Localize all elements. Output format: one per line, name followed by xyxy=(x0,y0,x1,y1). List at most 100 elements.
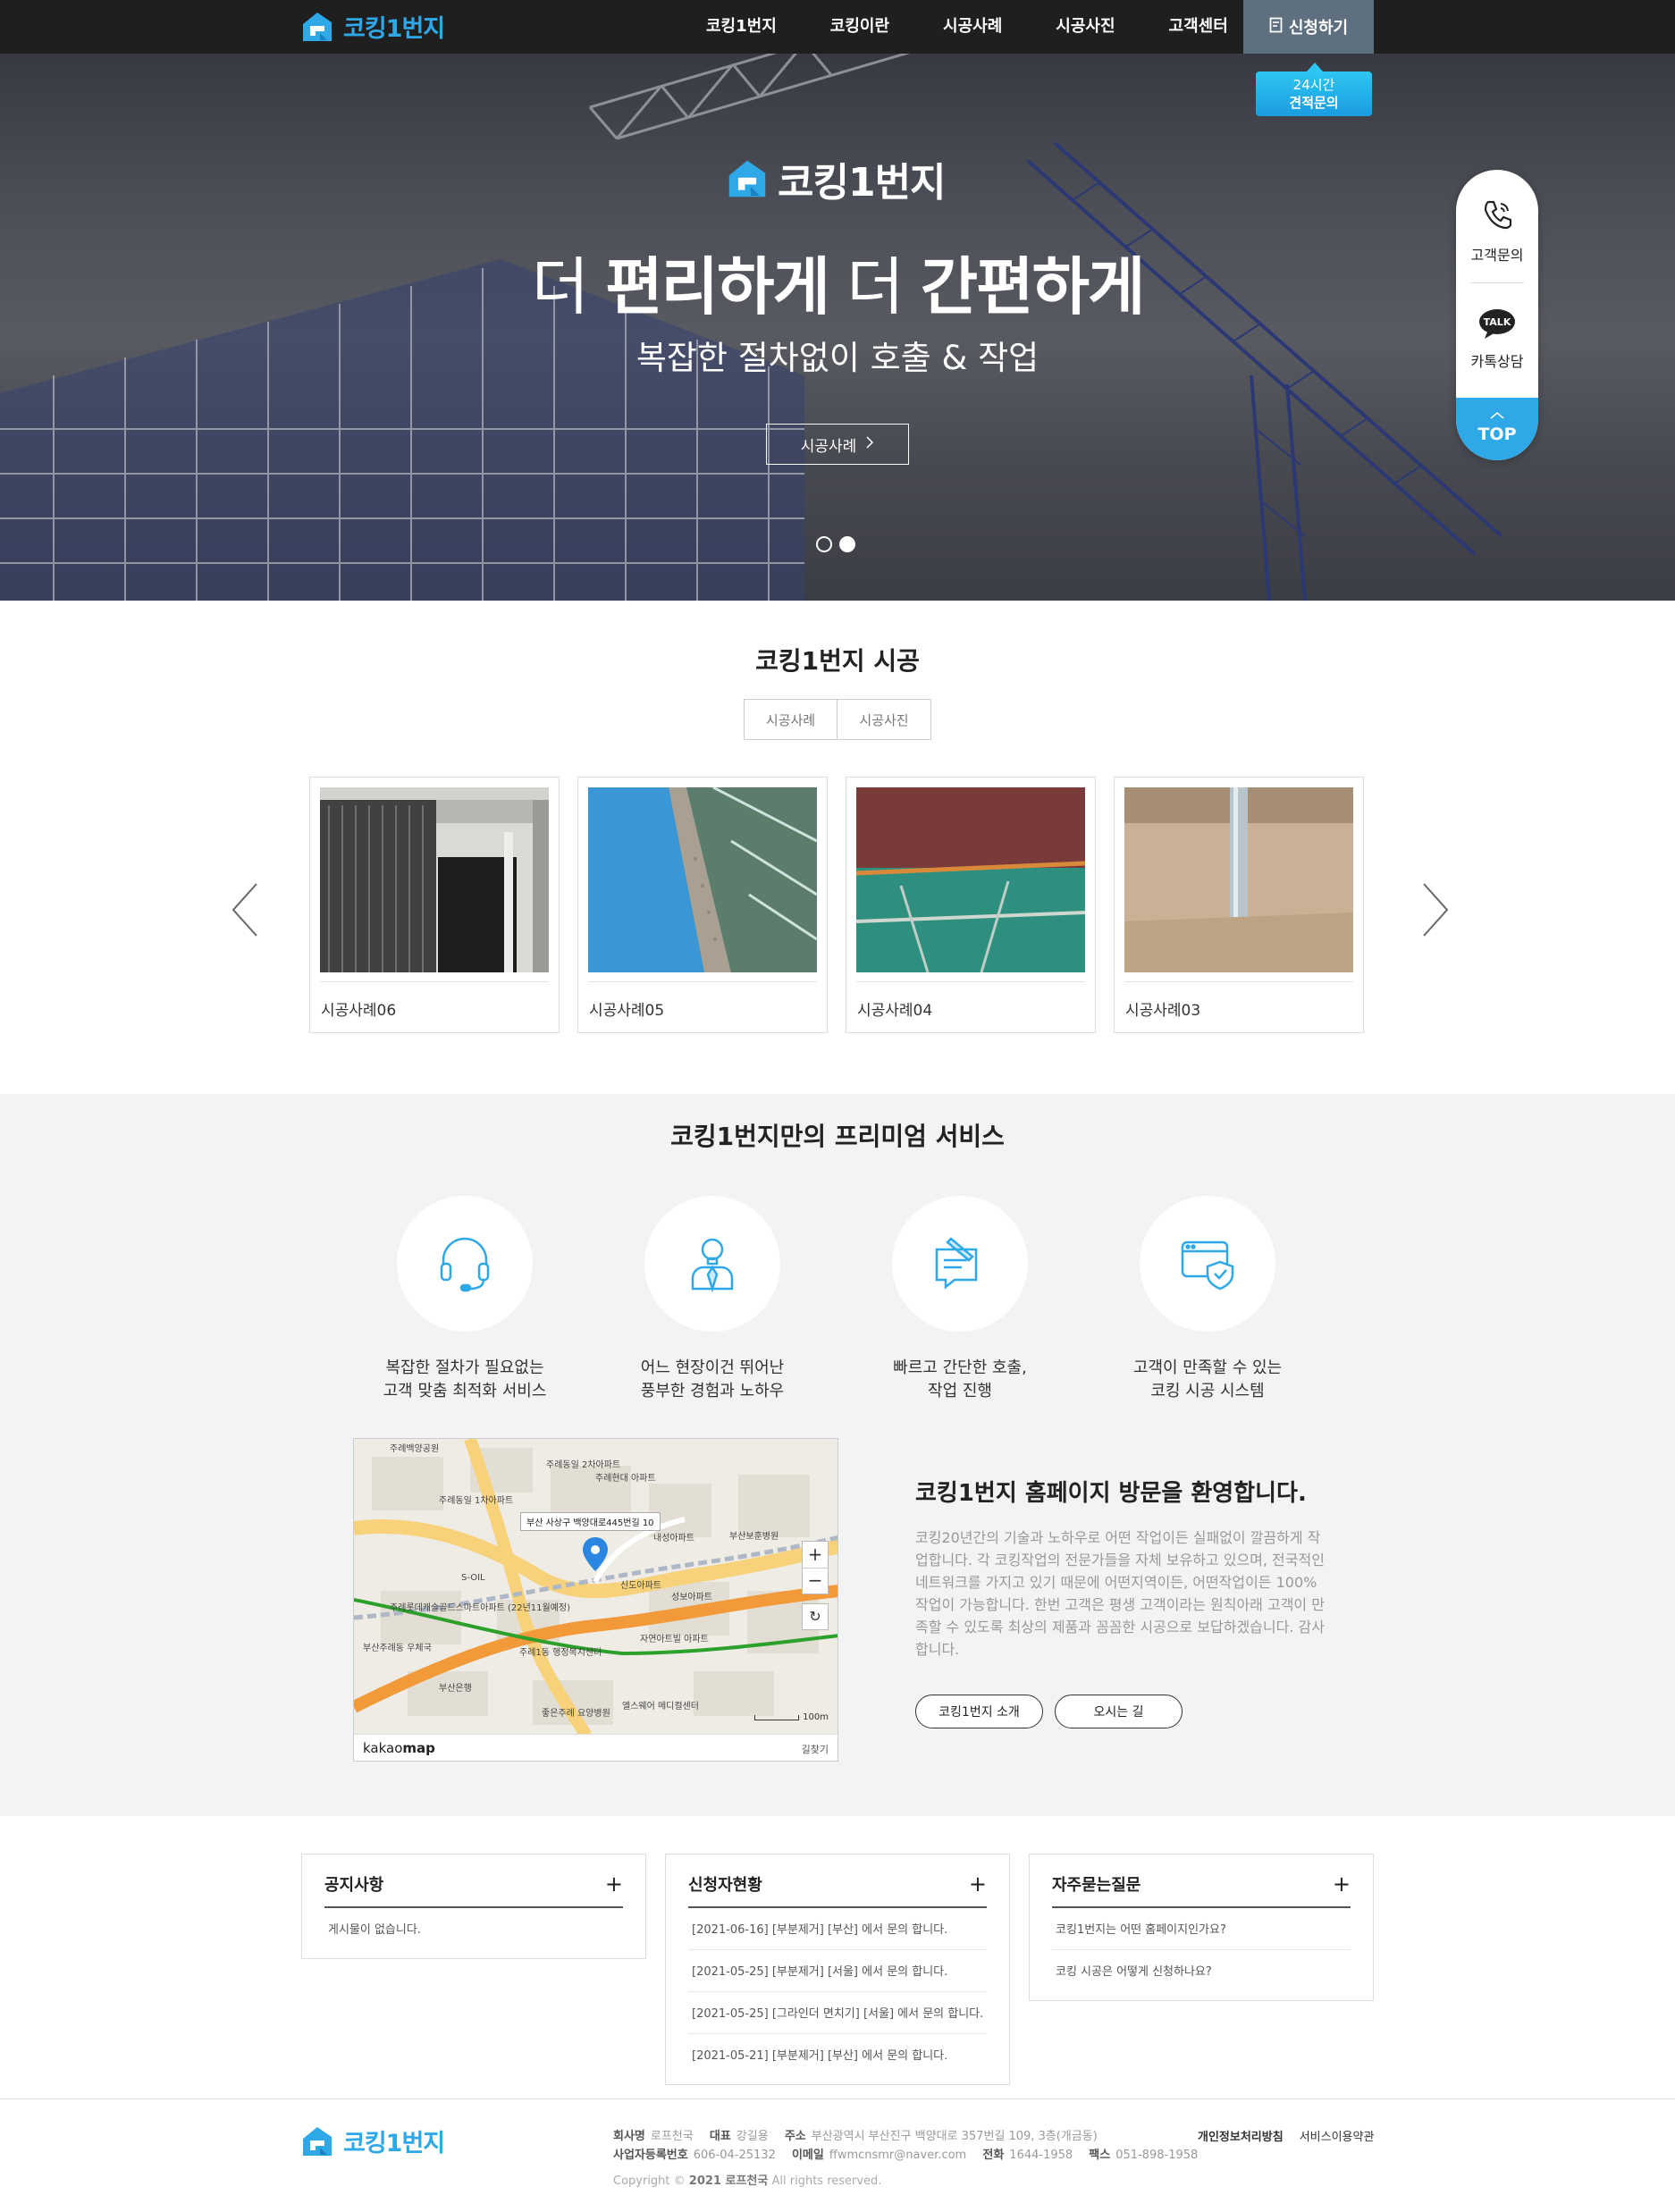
quick-talk-label: 카톡상담 xyxy=(1470,353,1524,370)
info-label: 회사명 xyxy=(613,2130,645,2143)
works-tabs: 시공사례 시공사진 xyxy=(744,699,931,740)
carousel-prev-button[interactable] xyxy=(228,880,264,939)
service-line: 빠르고 간단한 호출, xyxy=(893,1358,1027,1377)
quick-call-label: 고객문의 xyxy=(1470,247,1524,264)
service-text: 어느 현장이건 뛰어난 풍부한 경험과 노하우 xyxy=(588,1357,837,1403)
slider-pagination xyxy=(816,536,855,552)
list-item[interactable]: 코킹 시공은 어떻게 신청하나요? xyxy=(1052,1950,1351,1991)
copyright-part: Copyright © xyxy=(613,2174,689,2188)
works-title: 코킹1번지 시공 xyxy=(755,646,920,676)
map-place-label: 주례동일 2차아파트 xyxy=(546,1460,621,1470)
plus-icon[interactable]: + xyxy=(605,1873,623,1895)
hero-title-part: 더 xyxy=(828,250,921,324)
work-card[interactable]: 시공사례06 xyxy=(309,777,560,1033)
map-place-label: 자연아트빌 아파트 xyxy=(640,1635,709,1644)
hero-title-bold: 간편하게 xyxy=(920,250,1146,324)
service-item: 복잡한 절차가 필요없는 고객 맞춤 최적화 서비스 xyxy=(341,1196,589,1403)
info-label: 전화 xyxy=(982,2149,1005,2162)
copyright-part: 2021 로프천국 xyxy=(688,2174,769,2188)
plus-icon[interactable]: + xyxy=(969,1873,987,1895)
list-item[interactable]: 코킹1번지는 어떤 홈페이지인가요? xyxy=(1052,1908,1351,1950)
card-divider xyxy=(588,981,817,982)
map-place-label: 주례현대 아파트 xyxy=(595,1474,656,1484)
map-reset-button[interactable]: ↻ xyxy=(802,1603,829,1630)
map-address-label: 부산 사상구 백양대로445번길 10 xyxy=(520,1512,661,1531)
map-place-label: 주례롯데캐슬골드스마트아파트 (22년11월예정) xyxy=(390,1603,571,1613)
menu-item-about-kocking[interactable]: 코킹이란 xyxy=(804,0,916,54)
hero-title-bold: 편리하게 xyxy=(605,250,830,324)
service-line: 어느 현장이건 뛰어난 xyxy=(640,1358,785,1377)
footer-links: 개인정보처리방침 서비스이용약관 xyxy=(1198,2127,1374,2144)
talk-badge-text: TALK xyxy=(1483,316,1511,328)
apply-button[interactable]: 신청하기 xyxy=(1243,0,1374,54)
info-value: 로프천국 xyxy=(650,2130,694,2143)
zoom-in-button[interactable]: + xyxy=(803,1542,828,1569)
map-zoom-control: + − xyxy=(802,1541,829,1594)
hero-subtitle: 복잡한 절차없이 호출 & 작업 xyxy=(635,339,1040,377)
tab-photos[interactable]: 시공사진 xyxy=(838,699,931,740)
list-item[interactable]: [2021-05-25] [그라인더 면치기] [서울] 에서 문의 합니다. xyxy=(688,1992,987,2034)
map-place-label: 주례동일 1차아파트 xyxy=(439,1496,514,1506)
privacy-policy-link[interactable]: 개인정보처리방침 xyxy=(1198,2127,1284,2144)
form-icon xyxy=(1269,17,1284,38)
list-item[interactable]: [2021-05-25] [부분제거] [서울] 에서 문의 합니다. xyxy=(688,1950,987,1992)
footer-logo[interactable]: 코킹1번지 xyxy=(300,2124,445,2158)
board-title: 공지사항 xyxy=(324,1876,384,1895)
info-value: 부산광역시 부산진구 백양대로 357번길 109, 3층(개금동) xyxy=(811,2130,1098,2143)
request-form-icon xyxy=(892,1196,1028,1332)
menu-item-support[interactable]: 고객센터 xyxy=(1142,0,1255,54)
menu-item-kocking1[interactable]: 코킹1번지 xyxy=(679,0,804,54)
work-card[interactable]: 시공사례04 xyxy=(846,777,1096,1033)
expert-icon xyxy=(644,1196,780,1332)
list-item[interactable]: [2021-05-21] [부분제거] [부산] 에서 문의 합니다. xyxy=(688,2034,987,2075)
service-line: 작업 진행 xyxy=(928,1382,992,1400)
headset-icon xyxy=(397,1196,533,1332)
phone-icon xyxy=(1456,197,1538,236)
hero-banner: 코킹1번지 더 편리하게 더 간편하게 복잡한 절차없이 호출 & 작업 시공사… xyxy=(0,54,1675,601)
copyright: Copyright © 2021 로프천국 All rights reserve… xyxy=(613,2171,881,2188)
directions-button[interactable]: 오시는 길 xyxy=(1055,1695,1183,1728)
kakao-logo-part: map xyxy=(402,1740,435,1756)
map-place-label: 부산은행 xyxy=(439,1684,472,1694)
plus-icon[interactable]: + xyxy=(1333,1873,1351,1895)
terms-link[interactable]: 서비스이용약관 xyxy=(1300,2127,1375,2144)
house-logo-icon xyxy=(726,156,769,201)
scroll-top-button[interactable]: TOP xyxy=(1456,398,1538,460)
work-card[interactable]: 시공사례03 xyxy=(1114,777,1364,1033)
slider-dot-2[interactable] xyxy=(839,536,855,552)
quote-badge[interactable]: 24시간 견적문의 xyxy=(1256,63,1372,116)
faq-board: 자주묻는질문 + 코킹1번지는 어떤 홈페이지인가요? 코킹 시공은 어떻게 신… xyxy=(1029,1854,1374,2001)
top-navigation: 코킹1번지 코킹1번지 코킹이란 시공사례 시공사진 고객센터 신청하기 xyxy=(0,0,1675,54)
main-menu: 코킹1번지 코킹이란 시공사례 시공사진 고객센터 xyxy=(679,0,1255,54)
service-text: 고객이 만족할 수 있는 코킹 시공 시스템 xyxy=(1083,1357,1332,1403)
tab-cases[interactable]: 시공사례 xyxy=(744,699,838,740)
menu-item-photos[interactable]: 시공사진 xyxy=(1029,0,1141,54)
list-item[interactable]: [2021-06-16] [부분제거] [부산] 에서 문의 합니다. xyxy=(688,1908,987,1950)
map-place-label: 좋은주례 요양병원 xyxy=(542,1709,610,1719)
hero-title-part: 더 xyxy=(531,250,606,324)
location-map[interactable]: 부산 사상구 백양대로445번길 10 주례동일 2차아파트 주례현대 아파트 … xyxy=(353,1438,838,1762)
service-line: 고객이 만족할 수 있는 xyxy=(1132,1358,1283,1377)
carousel-next-button[interactable] xyxy=(1417,880,1452,939)
info-value: 1644-1958 xyxy=(1009,2149,1073,2162)
window-photo xyxy=(320,787,549,972)
quick-talk-button[interactable]: TALK 카톡상담 xyxy=(1456,308,1538,371)
quick-call-button[interactable]: 고객문의 xyxy=(1456,197,1538,265)
slider-dot-1[interactable] xyxy=(816,536,832,552)
card-divider xyxy=(856,981,1085,982)
site-logo[interactable]: 코킹1번지 xyxy=(300,9,445,44)
quote-badge-line1: 24시간 xyxy=(1292,77,1335,93)
quick-divider xyxy=(1470,282,1524,283)
shield-check-icon xyxy=(1140,1196,1275,1332)
hero-title: 더 편리하게 더 간편하게 xyxy=(0,237,1675,327)
zoom-out-button[interactable]: − xyxy=(803,1569,828,1594)
work-card[interactable]: 시공사례05 xyxy=(577,777,828,1033)
welcome-title: 코킹1번지 홈페이지 방문을 환영합니다. xyxy=(915,1480,1307,1507)
info-label: 주소 xyxy=(784,2130,806,2143)
menu-item-cases[interactable]: 시공사례 xyxy=(916,0,1029,54)
card-divider xyxy=(1124,981,1353,982)
intro-button[interactable]: 코킹1번지 소개 xyxy=(915,1695,1043,1728)
route-link[interactable]: 길찾기 xyxy=(802,1742,829,1756)
hero-cases-button[interactable]: 시공사례 xyxy=(766,424,909,465)
refresh-icon: ↻ xyxy=(809,1608,821,1625)
